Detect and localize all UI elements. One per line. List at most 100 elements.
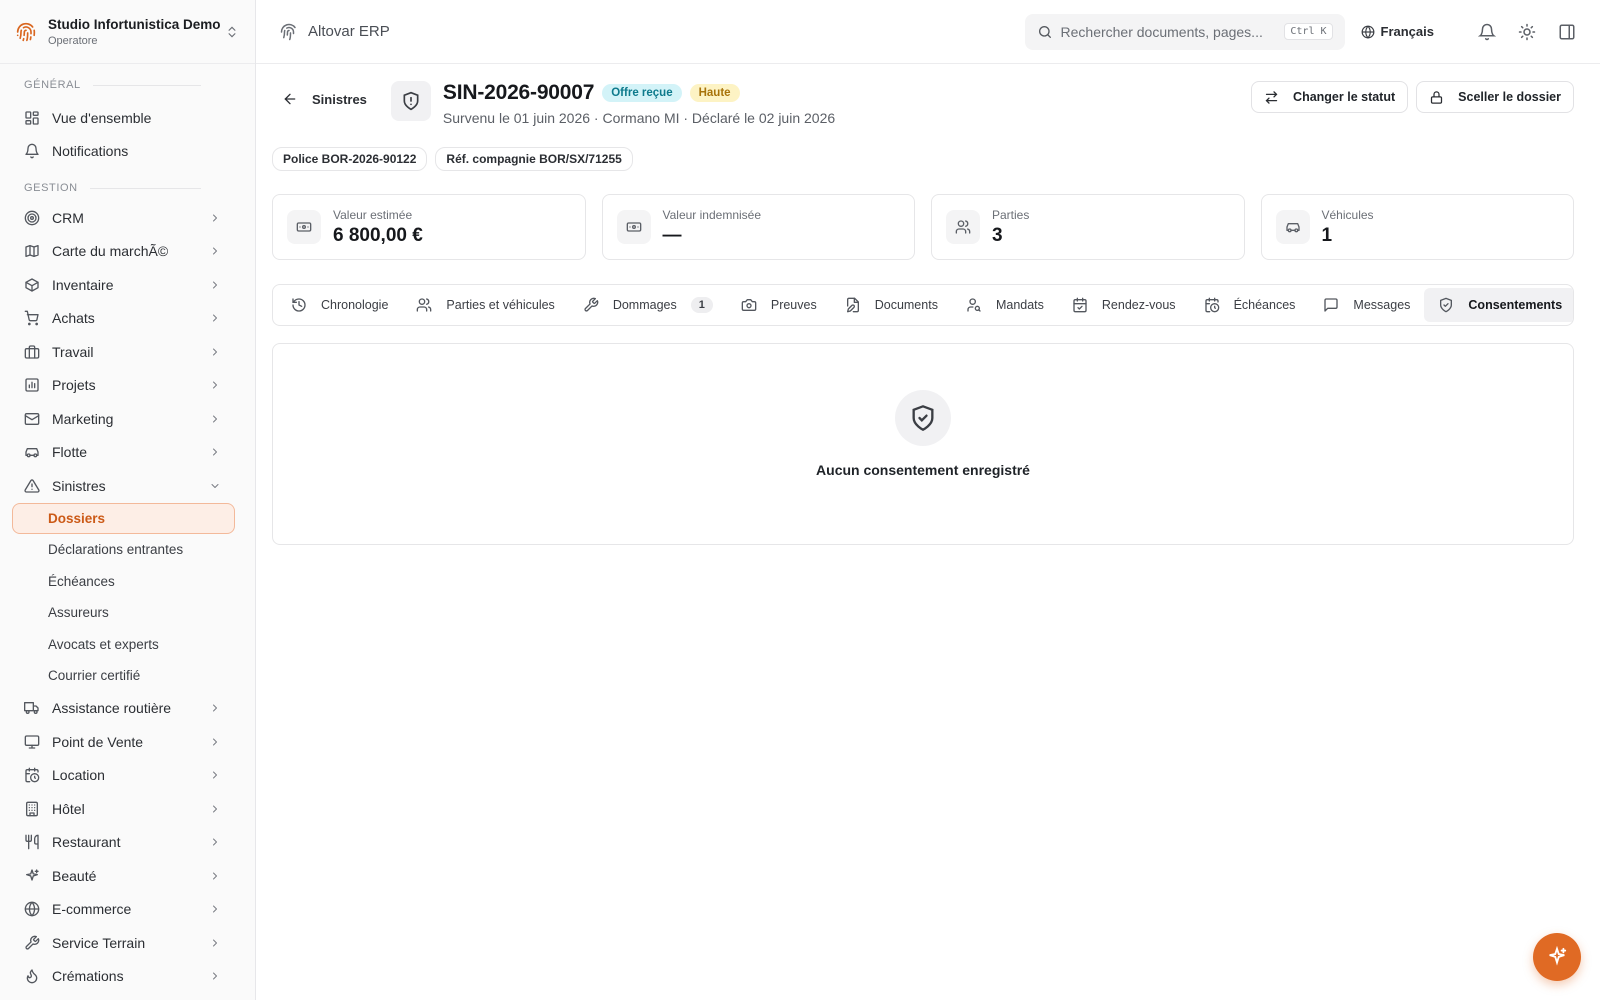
sun-icon[interactable] bbox=[1518, 23, 1536, 41]
sidebar-item-crm[interactable]: CRM bbox=[0, 201, 255, 235]
calendar-clock-icon bbox=[25, 767, 40, 783]
user-key-icon bbox=[967, 298, 981, 312]
sidebar-item-location[interactable]: Location bbox=[0, 759, 255, 793]
ai-assistant-button[interactable] bbox=[1533, 933, 1581, 981]
tab-mandats[interactable]: Mandats bbox=[952, 288, 1058, 322]
sidebar-item-carte-du-marcha[interactable]: Carte du marchÃ© bbox=[0, 235, 255, 269]
sidebar-item-inventaire[interactable]: Inventaire bbox=[0, 268, 255, 302]
tab-messages[interactable]: Messages bbox=[1309, 288, 1424, 322]
org-switcher[interactable]: Studio Infortunistica Demo Operatore bbox=[0, 0, 255, 64]
sidebar-subitem-assureurs[interactable]: Assureurs bbox=[12, 597, 235, 629]
stat-icon-box bbox=[946, 210, 980, 244]
calendar-clock-icon bbox=[1204, 297, 1219, 313]
org-name: Studio Infortunistica Demo bbox=[48, 16, 221, 32]
sidebar-item-label: Restaurant bbox=[52, 834, 121, 851]
sidebar-item-label: Point de Vente bbox=[52, 733, 144, 750]
mail-icon bbox=[24, 412, 40, 425]
sidebar-item-cremations[interactable]: Crémations bbox=[0, 960, 255, 994]
sidebar-item-assistance-routiere[interactable]: Assistance routière bbox=[0, 692, 255, 726]
back-button[interactable]: Sinistres bbox=[282, 81, 367, 117]
history-icon bbox=[292, 298, 306, 312]
sidebar-item-service-terrain[interactable]: Service Terrain bbox=[0, 926, 255, 960]
sidebar-subitem-courrier-certifie[interactable]: Courrier certifié bbox=[12, 660, 235, 692]
sidebar-item-vue-d-ensemble[interactable]: Vue d'ensemble bbox=[0, 101, 255, 135]
sidebar-item-label: Location bbox=[52, 767, 105, 784]
chevron-right-icon bbox=[213, 348, 217, 356]
sidebar-item-marketing[interactable]: Marketing bbox=[0, 402, 255, 436]
reference-chips: Police BOR-2026-90122 Réf. compagnie BOR… bbox=[272, 126, 1574, 171]
language-selector[interactable]: Français bbox=[1361, 24, 1434, 39]
search-input[interactable]: Rechercher documents, pages... Ctrl K bbox=[1024, 13, 1345, 50]
sidebar-item-flotte[interactable]: Flotte bbox=[0, 436, 255, 470]
sidebar-item-restaurant[interactable]: Restaurant bbox=[0, 826, 255, 860]
box-icon bbox=[25, 278, 39, 292]
change-status-button[interactable]: Changer le statut bbox=[1251, 81, 1409, 113]
tab-documents[interactable]: Documents bbox=[831, 288, 952, 322]
sidebar-item-sinistres[interactable]: Sinistres bbox=[0, 469, 255, 503]
tab-count-badge: 1 bbox=[690, 297, 713, 313]
chevrons-up-down-icon bbox=[228, 26, 236, 37]
stat-card-valeur-indemnisee: Valeur indemnisée — bbox=[601, 194, 915, 260]
sidebar-item-beaute[interactable]: Beauté bbox=[0, 859, 255, 893]
monitor-icon bbox=[24, 735, 40, 749]
stat-card-valeur-estimee: Valeur estimée 6 800,00 € bbox=[272, 194, 586, 260]
case-icon-box bbox=[390, 81, 431, 121]
change-status-label: Changer le statut bbox=[1293, 90, 1396, 104]
section-label-general: GÉNÉRAL bbox=[0, 76, 255, 94]
tab-parties-et-vehicules[interactable]: Parties et véhicules bbox=[402, 288, 568, 322]
case-subtitle: Survenu le 01 juin 2026 · Cormano MI · D… bbox=[442, 110, 836, 126]
chart-icon bbox=[25, 378, 39, 392]
sidebar-subitem-avocats-et-experts[interactable]: Avocats et experts bbox=[12, 629, 235, 661]
chevron-right-icon bbox=[213, 771, 217, 779]
money-icon bbox=[296, 222, 312, 232]
car-icon bbox=[25, 448, 39, 458]
sidebar-item-achats[interactable]: Achats bbox=[0, 302, 255, 336]
tab-label: Parties et véhicules bbox=[446, 298, 555, 312]
app-name: Altovar ERP bbox=[308, 23, 390, 40]
wrench-icon bbox=[584, 297, 599, 312]
bell-icon[interactable] bbox=[1478, 23, 1496, 41]
sidebar-item-label: Notifications bbox=[52, 143, 129, 160]
tab-dommages[interactable]: Dommages 1 bbox=[569, 288, 727, 322]
stat-value: 6 800,00 € bbox=[333, 224, 423, 246]
chevron-right-icon bbox=[213, 738, 217, 746]
sidebar-item-label: Achats bbox=[52, 310, 95, 327]
chevron-right-icon bbox=[213, 805, 217, 813]
chevron-right-icon bbox=[213, 314, 217, 322]
chevron-right-icon bbox=[213, 448, 217, 456]
topbar: Altovar ERP Rechercher documents, pages.… bbox=[256, 0, 1600, 64]
sidebar-item-projets[interactable]: Projets bbox=[0, 369, 255, 403]
chevron-right-icon bbox=[213, 214, 217, 222]
sidebar-item-label: Inventaire bbox=[52, 276, 114, 293]
sidebar-subitem-dossiers[interactable]: Dossiers bbox=[12, 502, 235, 534]
seal-case-button[interactable]: Sceller le dossier bbox=[1416, 81, 1574, 113]
sidebar-item-label: Beauté bbox=[52, 867, 97, 884]
truck-icon bbox=[24, 702, 39, 715]
tab-label: Documents bbox=[874, 298, 938, 312]
sidebar-item-label: Assistance routière bbox=[52, 700, 172, 717]
sidebar-item-hotel[interactable]: Hôtel bbox=[0, 792, 255, 826]
target-icon bbox=[24, 210, 40, 226]
sidebar-item-notifications[interactable]: Notifications bbox=[0, 135, 255, 169]
sidebar-item-e-commerce[interactable]: E-commerce bbox=[0, 893, 255, 927]
tab-consentements[interactable]: Consentements bbox=[1424, 288, 1573, 322]
tab-rendez-vous[interactable]: Rendez-vous bbox=[1058, 288, 1190, 322]
sidebar-subitem-echeances[interactable]: Échéances bbox=[12, 566, 235, 598]
tab-chronologie[interactable]: Chronologie bbox=[277, 288, 402, 322]
utensils-icon bbox=[25, 834, 39, 850]
search-shortcut: Ctrl K bbox=[1284, 23, 1333, 40]
company-ref-chip: Réf. compagnie BOR/SX/71255 bbox=[435, 147, 633, 171]
tab-label: Chronologie bbox=[321, 298, 389, 312]
tab-preuves[interactable]: Preuves bbox=[727, 288, 831, 322]
file-edit-icon bbox=[846, 297, 859, 313]
panel-toggle-icon[interactable] bbox=[1558, 23, 1576, 41]
sidebar-item-travail[interactable]: Travail bbox=[0, 335, 255, 369]
dashboard-icon bbox=[25, 111, 39, 125]
stat-icon-box bbox=[287, 210, 321, 244]
map-icon bbox=[25, 245, 39, 258]
sidebar-subitem-declarations-entrantes[interactable]: Déclarations entrantes bbox=[12, 534, 235, 566]
sidebar-item-point-de-vente[interactable]: Point de Vente bbox=[0, 725, 255, 759]
lock-icon bbox=[1431, 90, 1443, 104]
tab-echeances[interactable]: Échéances bbox=[1190, 288, 1310, 322]
consents-panel: Aucun consentement enregistré bbox=[272, 343, 1574, 545]
